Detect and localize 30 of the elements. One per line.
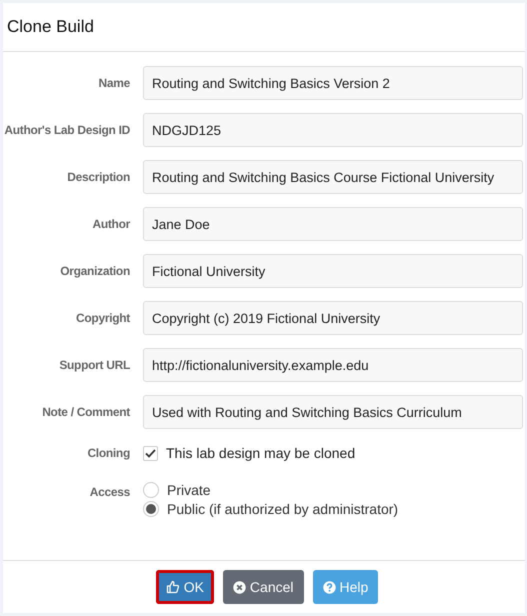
radio-label: Private	[167, 482, 211, 498]
input-field[interactable]: http://fictionaluniversity.example.edu	[143, 348, 523, 382]
field-label: Description	[66, 170, 130, 184]
field-label: Support URL	[58, 358, 130, 372]
input-field[interactable]: Fictional University	[143, 254, 523, 288]
field-label: Author's Lab Design ID	[3, 123, 130, 137]
field-label: Cloning	[86, 446, 130, 460]
thumbs-up-icon	[166, 580, 180, 594]
checkbox-label: This lab design may be cloned	[166, 445, 356, 461]
input-field[interactable]: Jane Doe	[143, 207, 523, 241]
input-field[interactable]: NDGJD125	[143, 113, 523, 147]
checkbox[interactable]	[143, 446, 158, 460]
close-icon	[232, 580, 246, 594]
radio-label: Public (if authorized by administrator)	[167, 501, 398, 517]
field-label: Access	[88, 485, 130, 499]
help-icon	[322, 580, 336, 594]
radio-button[interactable]	[143, 482, 159, 498]
field-label: Organization	[59, 264, 130, 278]
field-label: Name	[98, 76, 130, 90]
input-field[interactable]: Copyright (c) 2019 Fictional University	[143, 301, 523, 335]
field-label: Copyright	[75, 311, 130, 325]
cancel-button[interactable]: Cancel	[222, 570, 304, 604]
field-label: Author	[91, 217, 130, 231]
radio-button[interactable]	[143, 501, 159, 517]
input-field[interactable]: Used with Routing and Switching Basics Curriculum	[143, 395, 523, 429]
field-label: Note / Comment	[41, 405, 130, 419]
input-field[interactable]: Routing and Switching Basics Version 2	[143, 66, 523, 100]
dialog-title: Clone Build	[7, 17, 94, 37]
ok-button[interactable]: OK	[156, 570, 214, 604]
input-field[interactable]: Routing and Switching Basics Course Fictional University	[143, 160, 523, 194]
